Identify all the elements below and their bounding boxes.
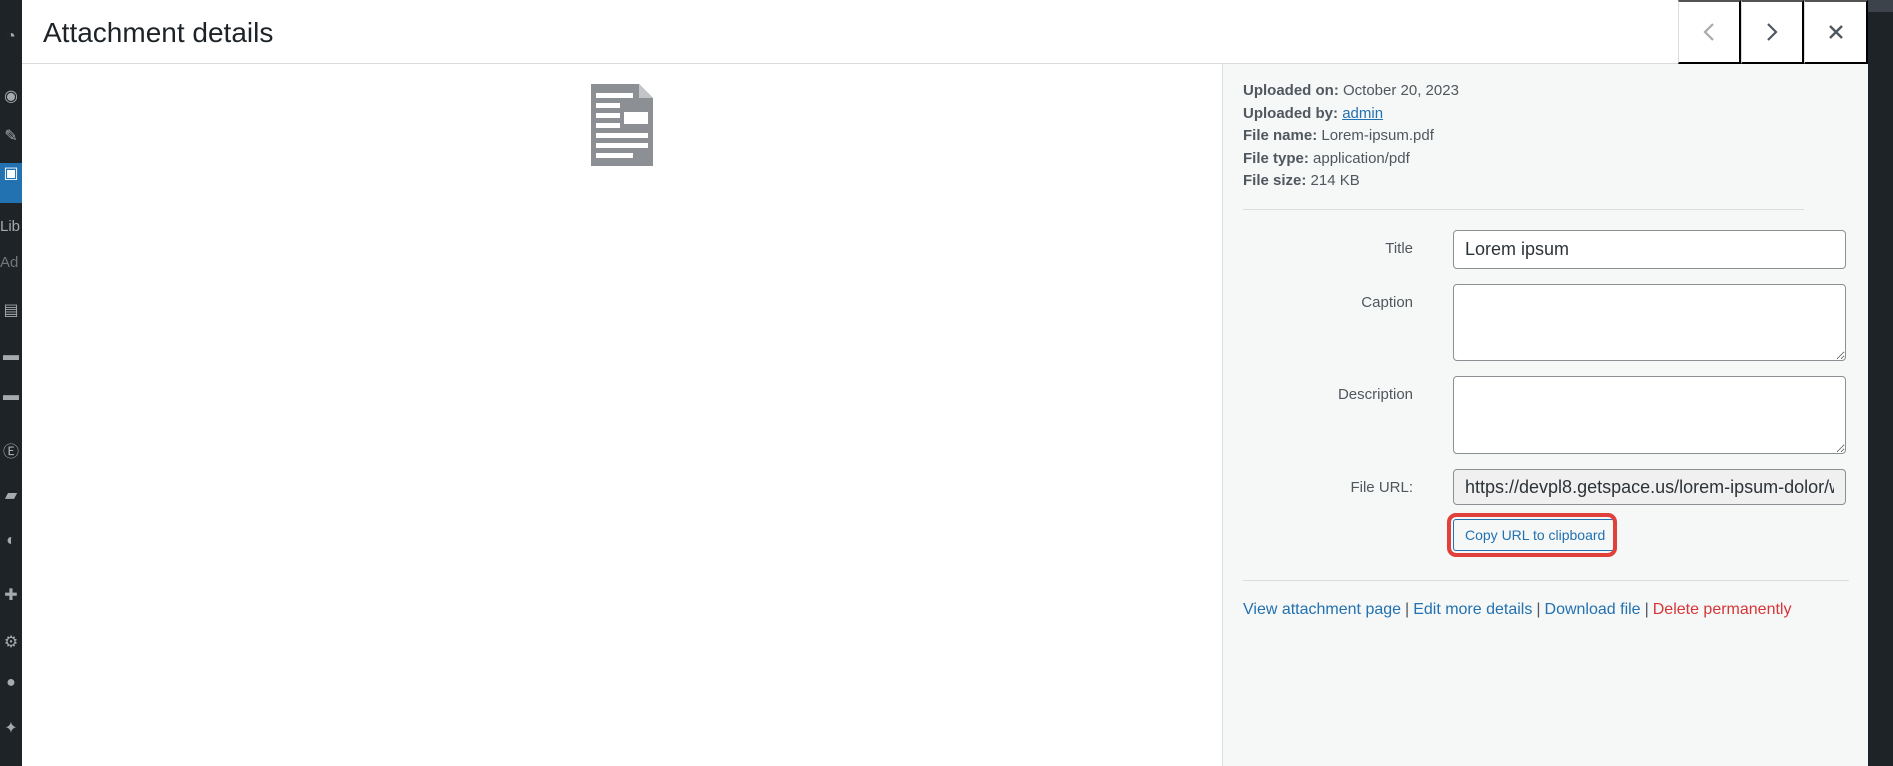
- caption-label: Caption: [1361, 294, 1413, 311]
- jetpack-icon[interactable]: ◉: [0, 86, 22, 108]
- actions-separator: |: [1536, 601, 1541, 618]
- caption-textarea[interactable]: [1453, 284, 1846, 361]
- media-icon[interactable]: ▣: [0, 163, 22, 203]
- feedback-icon[interactable]: ▬: [0, 385, 22, 407]
- previous-attachment-button[interactable]: [1678, 0, 1741, 64]
- attachment-details-modal: Attachment details Uploaded on: October …: [22, 0, 1868, 766]
- file-size-row: File size: 214 KB: [1243, 170, 1459, 193]
- close-icon: [1828, 25, 1843, 39]
- chevron-right-icon: [1767, 23, 1778, 41]
- file-name-value: Lorem-ipsum.pdf: [1321, 127, 1434, 144]
- attachment-details-panel: Uploaded on: October 20, 2023 Uploaded b…: [1222, 64, 1868, 766]
- close-modal-button[interactable]: [1804, 0, 1868, 64]
- copy-url-button[interactable]: Copy URL to clipboard: [1453, 519, 1618, 551]
- attachment-actions: View attachment page | Edit more details | D…: [1243, 601, 1791, 619]
- modal-header: Attachment details: [22, 0, 1868, 64]
- uploaded-on-value: October 20, 2023: [1343, 82, 1459, 99]
- description-label: Description: [1337, 386, 1413, 403]
- file-url-label: File URL:: [1350, 479, 1413, 496]
- uploaded-by-label: Uploaded by:: [1243, 104, 1339, 122]
- chevron-left-icon: [1703, 23, 1714, 41]
- file-name-label: File name:: [1243, 127, 1318, 144]
- title-label: Title: [1385, 240, 1413, 257]
- pages-icon[interactable]: ▤: [0, 300, 22, 322]
- delete-permanently-link[interactable]: Delete permanently: [1653, 601, 1792, 618]
- modal-title: Attachment details: [43, 17, 274, 48]
- plugins2-icon[interactable]: ⚙: [0, 632, 22, 654]
- file-type-row: File type: application/pdf: [1243, 148, 1459, 171]
- actions-separator: |: [1644, 601, 1649, 618]
- background-right-strip: [1868, 0, 1893, 766]
- plugins-icon[interactable]: ✚: [0, 585, 22, 607]
- posts-icon[interactable]: ✎: [0, 126, 22, 148]
- view-attachment-page-link[interactable]: View attachment page: [1243, 601, 1401, 618]
- elementor-icon[interactable]: Ⓔ: [0, 442, 22, 464]
- background-strip-accent: [1868, 0, 1893, 12]
- dashboard-icon[interactable]: ◔: [0, 26, 22, 48]
- file-type-label: File type:: [1243, 149, 1309, 167]
- actions-separator: |: [1405, 601, 1410, 618]
- uploaded-by-row: Uploaded by: admin: [1243, 103, 1459, 126]
- file-metadata: Uploaded on: October 20, 2023 Uploaded b…: [1243, 80, 1459, 193]
- title-input[interactable]: [1453, 230, 1846, 269]
- templates-icon[interactable]: ▰: [0, 485, 22, 507]
- sidebar-add-text[interactable]: Ad: [0, 254, 22, 271]
- uploaded-by-link[interactable]: admin: [1342, 105, 1383, 122]
- next-attachment-button[interactable]: [1741, 0, 1804, 64]
- metadata-divider: [1243, 209, 1804, 210]
- file-type-value: application/pdf: [1313, 149, 1410, 167]
- sidebar-library-text[interactable]: Lib: [0, 218, 22, 235]
- comments-icon[interactable]: ▬: [0, 345, 22, 367]
- file-size-value: 214 KB: [1310, 172, 1360, 189]
- actions-divider: [1243, 580, 1849, 581]
- file-name-row: File name: Lorem-ipsum.pdf: [1243, 125, 1459, 148]
- file-url-input[interactable]: [1453, 469, 1846, 505]
- uploaded-on-label: Uploaded on:: [1243, 82, 1339, 99]
- uploaded-on-row: Uploaded on: October 20, 2023: [1243, 80, 1459, 103]
- tools-icon[interactable]: ✦: [0, 718, 22, 740]
- appearance-icon[interactable]: ◐: [0, 530, 22, 552]
- admin-sidebar: ◔ ◉ ✎ ▣ Lib Ad ▤ ▬ ▬ Ⓔ ▰ ◐ ✚ ⚙ ● ✦: [0, 0, 22, 766]
- download-file-link[interactable]: Download file: [1545, 601, 1641, 618]
- attachment-preview: [22, 64, 1222, 766]
- users-icon[interactable]: ●: [0, 672, 22, 694]
- file-size-label: File size:: [1243, 172, 1307, 189]
- edit-more-details-link[interactable]: Edit more details: [1413, 601, 1532, 618]
- document-icon: [591, 84, 653, 166]
- description-textarea[interactable]: [1453, 376, 1846, 454]
